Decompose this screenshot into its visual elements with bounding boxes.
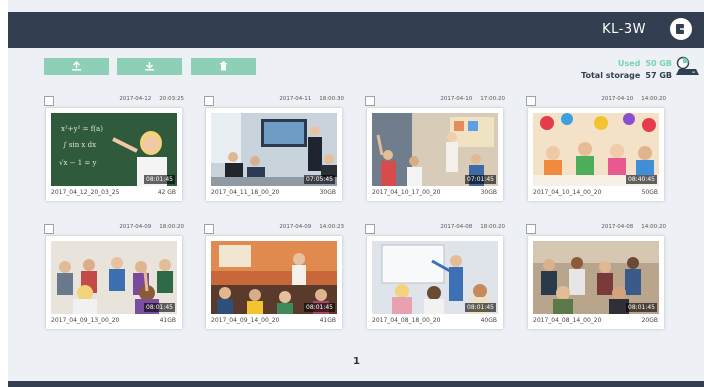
- device-name: KL-3W: [602, 22, 646, 37]
- duration-badge: 08:40:45: [626, 175, 657, 184]
- video-thumbnail[interactable]: 08:40:45: [533, 113, 659, 186]
- video-thumbnail[interactable]: x²+y² = f(a) ∫ sin x dx √x − 1 = y 08:01…: [51, 113, 177, 186]
- video-thumbnail[interactable]: 08:01:45: [533, 241, 659, 314]
- file-size: 50GB: [641, 189, 658, 196]
- total-label: Total storage: [581, 71, 641, 80]
- video-thumbnail[interactable]: 08:01:45: [51, 241, 177, 314]
- trash-icon: [220, 61, 227, 71]
- select-checkbox[interactable]: [526, 96, 536, 106]
- file-size: 20GB: [641, 317, 658, 324]
- used-label: Used: [617, 59, 641, 68]
- used-value: 50 GB: [645, 59, 672, 68]
- file-name: 2017_04_11_18_00_20: [211, 189, 280, 196]
- select-checkbox[interactable]: [204, 224, 214, 234]
- thumbnail-tile: 08:40:45 2017_04_10_14_00_20 50GB: [528, 108, 664, 201]
- page-number[interactable]: 1: [353, 356, 360, 367]
- timestamp: 2017-04-09 18:00:20: [119, 224, 184, 230]
- drive-icon: [676, 56, 699, 75]
- duration-badge: 08:01:45: [465, 303, 496, 312]
- file-size: 42 GB: [157, 189, 176, 196]
- logout-icon[interactable]: [670, 18, 692, 40]
- svg-text:√x − 1 = y: √x − 1 = y: [59, 159, 96, 167]
- svg-text:x²+y² = f(a): x²+y² = f(a): [61, 125, 103, 133]
- video-thumbnail[interactable]: 07:05:45: [211, 113, 337, 186]
- file-size: 30GB: [480, 189, 497, 196]
- duration-badge: 08:01:45: [304, 303, 335, 312]
- file-name: 2017_04_08_14_00_20: [533, 317, 602, 324]
- timestamp: 2017-04-09 14:00:23: [279, 224, 344, 230]
- duration-badge: 07:01:45: [465, 175, 496, 184]
- file-name: 2017_04_12_20_03_25: [51, 189, 120, 196]
- thumbnail-tile: 07:05:45 2017_04_11_18_00_20 30GB: [206, 108, 342, 201]
- footer-bar: [8, 381, 704, 387]
- timestamp: 2017-04-08 18:00:20: [440, 224, 505, 230]
- file-size: 30GB: [319, 189, 336, 196]
- thumbnail-tile: 08:01:45 2017_04_09_14_00_20 41GB: [206, 236, 342, 329]
- timestamp: 2017-04-10 17:00:20: [440, 96, 505, 102]
- select-checkbox[interactable]: [44, 96, 54, 106]
- svg-text:∫ sin x dx: ∫ sin x dx: [63, 141, 96, 149]
- duration-badge: 08:01:45: [144, 303, 175, 312]
- file-size: 41GB: [159, 317, 176, 324]
- select-checkbox[interactable]: [526, 224, 536, 234]
- file-name: 2017_04_09_14_00_20: [211, 317, 280, 324]
- file-name: 2017_04_08_18_00_20: [372, 317, 441, 324]
- timestamp: 2017-04-11 18:00:30: [279, 96, 344, 102]
- thumbnail-tile: x²+y² = f(a) ∫ sin x dx √x − 1 = y 08:01…: [46, 108, 182, 201]
- upload-button[interactable]: [44, 58, 109, 75]
- file-name: 2017_04_10_14_00_20: [533, 189, 602, 196]
- timestamp: 2017-04-12 20:03:25: [119, 96, 184, 102]
- download-icon: [145, 62, 154, 71]
- thumbnail-tile: 08:01:45 2017_04_08_18_00_20 40GB: [367, 236, 503, 329]
- timestamp: 2017-04-08 14:00:20: [601, 224, 666, 230]
- file-size: 41GB: [319, 317, 336, 324]
- storage-info: Used 50 GB Total storage 57 GB: [581, 58, 672, 82]
- download-button[interactable]: [117, 58, 182, 75]
- select-checkbox[interactable]: [365, 224, 375, 234]
- select-checkbox[interactable]: [365, 96, 375, 106]
- thumbnail-tile: 08:01:45 2017_04_08_14_00_20 20GB: [528, 236, 664, 329]
- video-thumbnail[interactable]: 07:01:45: [372, 113, 498, 186]
- file-name: 2017_04_09_13_00_20: [51, 317, 120, 324]
- delete-button[interactable]: [191, 58, 256, 75]
- file-size: 40GB: [480, 317, 497, 324]
- duration-badge: 08:01:45: [144, 175, 175, 184]
- app-frame: KL-3W Used 50 GB Total storage 57 GB 201…: [8, 0, 704, 387]
- thumbnail-tile: 08:01:45 2017_04_09_13_00_20 41GB: [46, 236, 182, 329]
- total-value: 57 GB: [645, 71, 672, 80]
- select-checkbox[interactable]: [204, 96, 214, 106]
- upload-icon: [72, 61, 81, 71]
- timestamp: 2017-04-10 14:00:20: [601, 96, 666, 102]
- video-thumbnail[interactable]: 08:01:45: [372, 241, 498, 314]
- file-name: 2017_04_10_17_00_20: [372, 189, 441, 196]
- video-thumbnail[interactable]: 08:01:45: [211, 241, 337, 314]
- duration-badge: 07:05:45: [304, 175, 335, 184]
- duration-badge: 08:01:45: [626, 303, 657, 312]
- top-bar: KL-3W: [8, 12, 704, 48]
- thumbnail-tile: 07:01:45 2017_04_10_17_00_20 30GB: [367, 108, 503, 201]
- select-checkbox[interactable]: [44, 224, 54, 234]
